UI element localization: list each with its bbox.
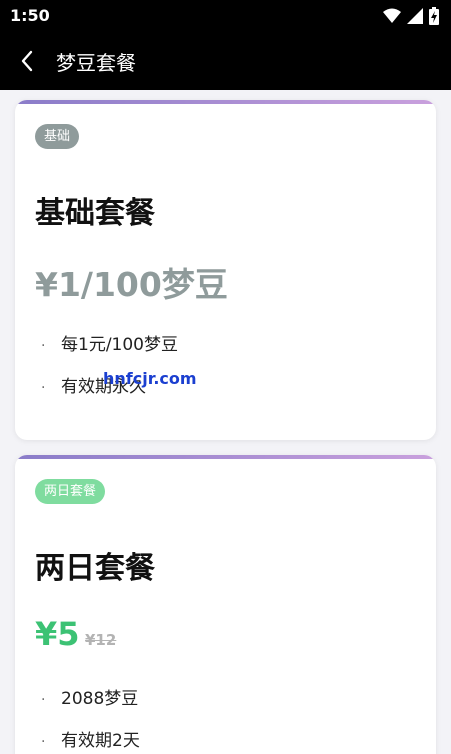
plan-list[interactable]: 基础 基础套餐 ¥1/100梦豆 · 每1元/100梦豆 · 有效期永久 两日套餐 … — [0, 90, 451, 754]
app-bar: 梦豆套餐 — [0, 32, 451, 90]
card-accent-line — [15, 455, 436, 459]
feature-text: 每1元/100梦豆 — [61, 335, 178, 355]
bullet-icon: · — [41, 734, 46, 750]
bullet-icon: · — [41, 338, 46, 354]
feature-item: · 有效期2天 — [41, 726, 140, 751]
plan-badge: 两日套餐 — [35, 479, 106, 504]
battery-charging-icon — [429, 7, 439, 25]
plan-price: ¥1/100梦豆 — [35, 265, 228, 304]
plan-card-two-day[interactable]: 两日套餐 两日套餐 ¥5 ¥12 · 2088梦豆 · 有效期2天 — [15, 455, 436, 754]
bullet-icon: · — [41, 692, 46, 708]
watermark-text: hnfcjr.com — [103, 369, 197, 388]
feature-text: 有效期2天 — [61, 731, 140, 751]
bullet-icon: · — [41, 380, 46, 396]
plan-card-basic[interactable]: 基础 基础套餐 ¥1/100梦豆 · 每1元/100梦豆 · 有效期永久 — [15, 100, 436, 440]
card-accent-line — [15, 100, 436, 104]
page-title: 梦豆套餐 — [56, 51, 136, 75]
plan-name: 基础套餐 — [35, 196, 155, 231]
status-bar: 1:50 — [0, 0, 451, 32]
plan-name: 两日套餐 — [35, 551, 155, 586]
feature-text: 2088梦豆 — [61, 689, 139, 709]
cell-signal-icon — [407, 8, 423, 24]
feature-item: · 2088梦豆 — [41, 684, 138, 709]
original-price: ¥12 — [85, 631, 117, 649]
feature-item: · 每1元/100梦豆 — [41, 330, 178, 355]
plan-badge: 基础 — [35, 124, 80, 149]
status-icons — [383, 7, 439, 25]
wifi-icon — [383, 8, 401, 23]
back-arrow-icon[interactable] — [16, 49, 40, 73]
status-time: 1:50 — [10, 6, 50, 25]
plan-price: ¥5 — [35, 615, 80, 653]
